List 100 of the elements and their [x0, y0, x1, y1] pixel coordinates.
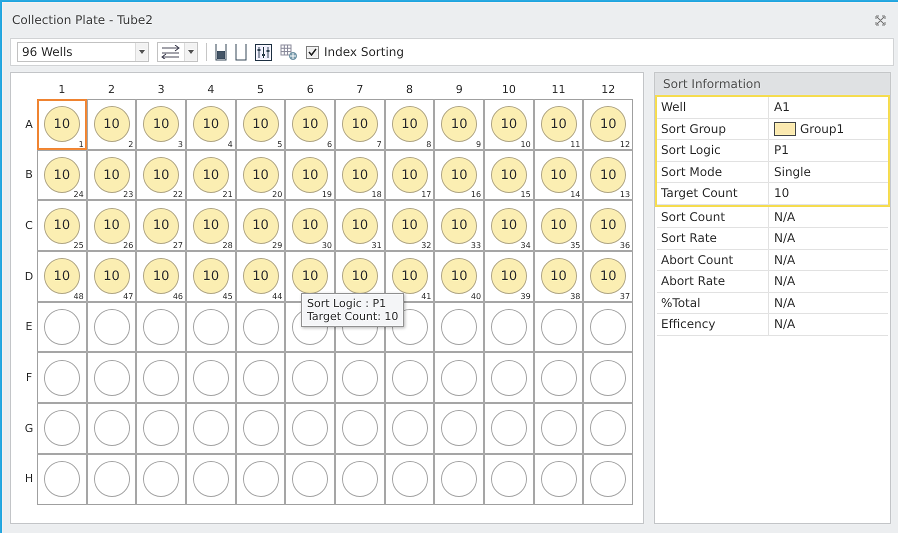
well-cell[interactable] — [434, 454, 484, 504]
well-cell[interactable]: 10 44 — [236, 251, 286, 302]
well-cell[interactable] — [37, 352, 87, 404]
well-cell[interactable]: 10 22 — [136, 150, 186, 200]
well-cell[interactable]: 10 40 — [434, 251, 484, 302]
well-cell[interactable]: 10 27 — [136, 200, 186, 252]
well-cell[interactable]: 10 45 — [186, 251, 236, 302]
index-sorting-checkbox[interactable]: Index Sorting — [306, 45, 404, 59]
well-cell[interactable]: 10 9 — [434, 99, 484, 150]
well-cell[interactable] — [335, 352, 385, 404]
well-cell[interactable] — [86, 454, 136, 504]
well-cell[interactable]: 10 47 — [86, 251, 136, 302]
well-cell[interactable] — [136, 403, 186, 454]
well-cell[interactable]: 10 2 — [86, 99, 136, 150]
well-cell[interactable]: 10 11 — [534, 99, 584, 150]
well-cell[interactable]: 10 6 — [285, 99, 336, 150]
well-cell[interactable] — [434, 352, 484, 404]
well-cell[interactable] — [335, 403, 385, 454]
well-cell[interactable] — [186, 352, 236, 404]
well-cell[interactable]: 10 34 — [484, 200, 534, 252]
well-cell[interactable] — [86, 352, 136, 404]
well-cell[interactable] — [136, 454, 186, 504]
well-cell[interactable] — [236, 403, 286, 454]
plate-type-dropdown[interactable]: 96 Wells — [17, 42, 149, 62]
well-cell[interactable] — [484, 454, 534, 504]
well-cell[interactable]: 10 1 — [37, 99, 87, 150]
sliders-icon[interactable] — [255, 44, 272, 60]
well-cell[interactable]: 10 4 — [186, 99, 236, 150]
well-cell[interactable]: 10 3 — [136, 99, 186, 150]
well-cell[interactable] — [37, 302, 87, 352]
well-cell[interactable] — [136, 302, 186, 352]
well-cell[interactable]: 10 8 — [384, 99, 434, 150]
well-cell[interactable]: 10 19 — [285, 150, 336, 200]
well-cell[interactable] — [37, 454, 87, 504]
close-icon[interactable] — [875, 14, 886, 26]
well-cell[interactable]: 10 25 — [37, 200, 87, 252]
well-cell[interactable] — [583, 352, 634, 404]
well-cell[interactable]: 10 33 — [434, 200, 484, 252]
well-cell[interactable] — [484, 352, 534, 404]
well-cell[interactable]: 10 24 — [37, 150, 87, 200]
well: 10 — [94, 258, 130, 294]
well-cell[interactable]: 10 15 — [484, 150, 534, 200]
well-cell[interactable] — [285, 352, 336, 404]
well-cell[interactable] — [236, 302, 286, 352]
well: 10 — [392, 258, 428, 294]
well-cell[interactable] — [434, 403, 484, 454]
well-cell[interactable]: 10 30 — [285, 200, 336, 252]
well-cell[interactable] — [86, 403, 136, 454]
well-cell[interactable]: 10 29 — [236, 200, 286, 252]
well-cell[interactable]: 10 36 — [583, 200, 634, 252]
well-cell[interactable]: 10 46 — [136, 251, 186, 302]
well-cell[interactable]: 10 16 — [434, 150, 484, 200]
well-cell[interactable] — [236, 352, 286, 404]
well-cell[interactable]: 10 38 — [534, 251, 584, 302]
well-cell[interactable] — [534, 403, 584, 454]
well-cell[interactable] — [534, 454, 584, 504]
well-cell[interactable]: 10 14 — [534, 150, 584, 200]
well-cell[interactable]: 10 20 — [236, 150, 286, 200]
empty-tube-icon[interactable] — [235, 44, 247, 60]
well-cell[interactable]: 10 12 — [583, 99, 634, 150]
well-cell[interactable]: 10 28 — [186, 200, 236, 252]
well-cell[interactable] — [136, 352, 186, 404]
well-cell[interactable]: 10 7 — [335, 99, 385, 150]
well-cell[interactable] — [484, 403, 534, 454]
well-cell[interactable]: 10 13 — [583, 150, 634, 200]
well-cell[interactable] — [384, 454, 434, 504]
well-cell[interactable] — [86, 302, 136, 352]
filled-tube-icon[interactable] — [215, 44, 227, 60]
well-cell[interactable] — [534, 352, 584, 404]
well-index: 27 — [172, 241, 184, 250]
well-cell[interactable] — [583, 403, 634, 454]
well-cell[interactable] — [285, 403, 336, 454]
well-cell[interactable]: 10 39 — [484, 251, 534, 302]
well-cell[interactable] — [384, 403, 434, 454]
well-cell[interactable]: 10 26 — [86, 200, 136, 252]
well-cell[interactable] — [186, 302, 236, 352]
well-cell[interactable] — [37, 403, 87, 454]
well-cell[interactable] — [583, 454, 634, 504]
well-cell[interactable]: 10 37 — [583, 251, 634, 302]
well-cell[interactable] — [335, 454, 385, 504]
well-cell[interactable]: 10 31 — [335, 200, 385, 252]
well-cell[interactable] — [186, 454, 236, 504]
well-cell[interactable]: 10 35 — [534, 200, 584, 252]
well-cell[interactable] — [285, 454, 336, 504]
well-cell[interactable] — [583, 302, 634, 352]
well-cell[interactable]: 10 23 — [86, 150, 136, 200]
well-cell[interactable]: 10 21 — [186, 150, 236, 200]
well-cell[interactable] — [186, 403, 236, 454]
well-cell[interactable] — [384, 352, 434, 404]
well-cell[interactable] — [434, 302, 484, 352]
well-cell[interactable]: 10 32 — [384, 200, 434, 252]
well-cell[interactable] — [484, 302, 534, 352]
well-cell[interactable]: 10 10 — [484, 99, 534, 150]
order-dropdown[interactable] — [157, 42, 198, 62]
well-cell[interactable]: 10 5 — [236, 99, 286, 150]
well-cell[interactable] — [236, 454, 286, 504]
well-cell[interactable]: 10 18 — [335, 150, 385, 200]
well-cell[interactable] — [534, 302, 584, 352]
well-cell[interactable]: 10 48 — [37, 251, 87, 302]
well-cell[interactable]: 10 17 — [384, 150, 434, 200]
